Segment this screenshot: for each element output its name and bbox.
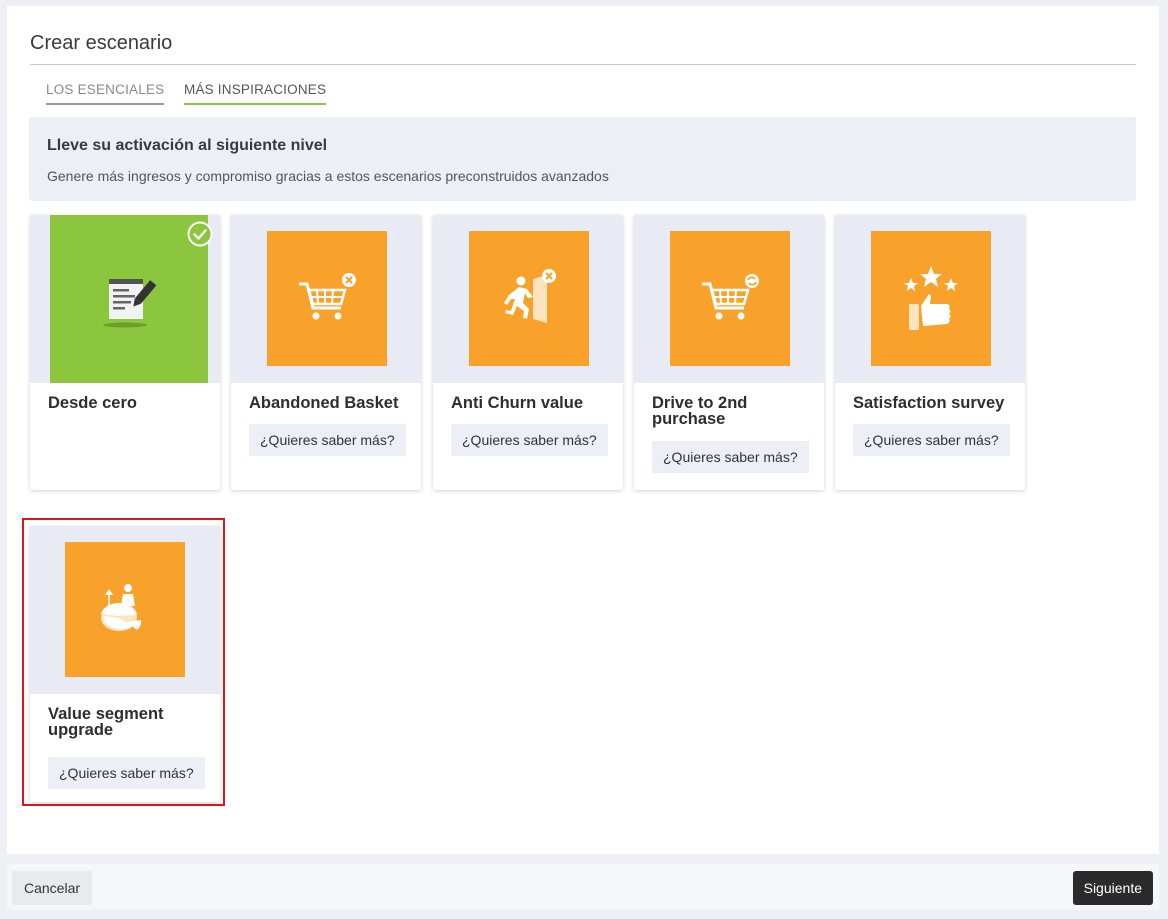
card-image-area (634, 215, 824, 383)
card-image-area (433, 215, 623, 383)
scenario-card-abandoned-basket[interactable]: Abandoned Basket ¿Quieres saber más? (231, 215, 421, 490)
dialog-footer: Cancelar Siguiente (7, 864, 1159, 910)
cart-remove-icon (299, 272, 356, 319)
learn-more-button[interactable]: ¿Quieres saber más? (249, 424, 406, 456)
card-image (871, 231, 991, 366)
cancel-button[interactable]: Cancelar (12, 871, 93, 905)
selected-check-icon (187, 221, 213, 247)
card-title: Drive to 2nd purchase (652, 394, 748, 428)
next-button[interactable]: Siguiente (1072, 871, 1153, 905)
tab-mas-inspiraciones[interactable]: MÁS INSPIRACIONES (184, 82, 327, 105)
thumbs-up-stars-icon (904, 265, 958, 330)
card-image-area (30, 215, 220, 383)
scenario-card-drive-2nd-purchase[interactable]: Drive to 2nd purchase ¿Quieres saber más… (634, 215, 824, 490)
card-title: Desde cero (48, 394, 137, 412)
card-image (469, 231, 589, 366)
banner-subtitle: Genere más ingresos y compromiso gracias… (47, 168, 609, 184)
learn-more-button[interactable]: ¿Quieres saber más? (853, 424, 1010, 456)
card-image (670, 231, 790, 366)
learn-more-button[interactable]: ¿Quieres saber más? (451, 424, 608, 456)
dialog-title: Crear escenario (30, 32, 173, 54)
card-image (50, 215, 208, 383)
banner-title: Lleve su activación al siguiente nivel (47, 137, 328, 154)
learn-more-button[interactable]: ¿Quieres saber más? (652, 441, 809, 473)
info-banner: Lleve su activación al siguiente nivel G… (29, 117, 1136, 201)
card-image-area (231, 215, 421, 383)
card-image-area (835, 215, 1025, 383)
scenario-card-anti-churn[interactable]: Anti Churn value ¿Quieres saber más? (433, 215, 623, 490)
document-edit-icon (103, 279, 157, 328)
exit-door-icon (504, 268, 556, 323)
card-title: Anti Churn value (451, 394, 584, 412)
cart-repeat-icon (702, 273, 759, 319)
highlight-box (22, 518, 225, 806)
scenario-card-satisfaction-survey[interactable]: Satisfaction survey ¿Quieres saber más? (835, 215, 1025, 490)
card-title: Satisfaction survey (853, 394, 1005, 412)
card-title: Abandoned Basket (249, 394, 399, 412)
tab-los-esenciales[interactable]: LOS ESENCIALES (46, 82, 165, 105)
title-divider (30, 64, 1136, 65)
scenario-card-desde-cero[interactable]: Desde cero (30, 215, 220, 490)
card-image (267, 231, 387, 366)
